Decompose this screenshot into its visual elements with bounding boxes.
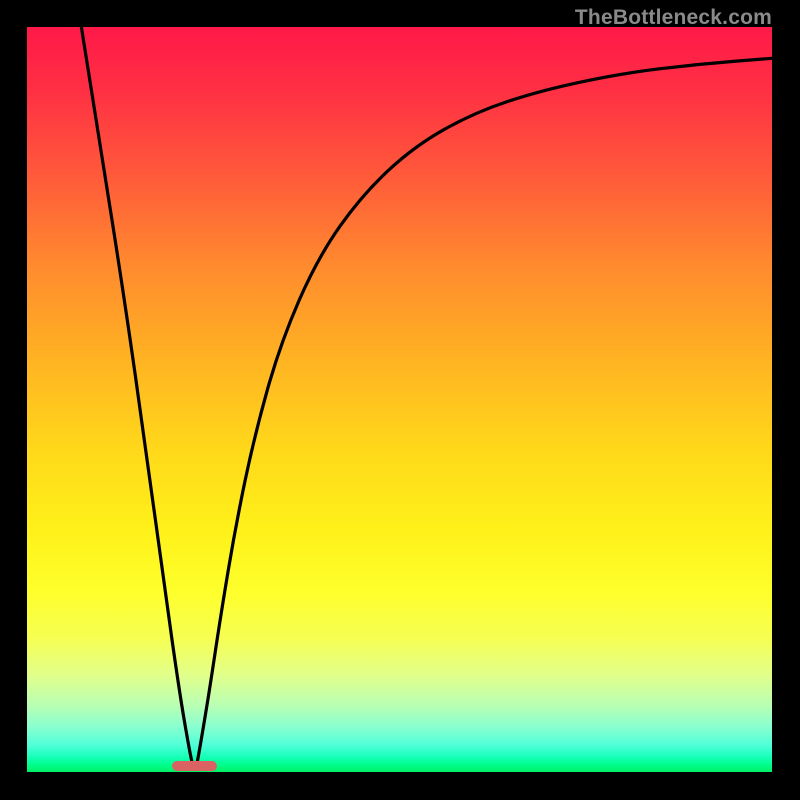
dip-curve	[81, 27, 772, 769]
chart-frame: TheBottleneck.com	[0, 0, 800, 800]
plot-area	[27, 27, 772, 772]
watermark-text: TheBottleneck.com	[575, 6, 772, 30]
curve-svg	[27, 27, 772, 772]
min-marker	[172, 761, 217, 771]
